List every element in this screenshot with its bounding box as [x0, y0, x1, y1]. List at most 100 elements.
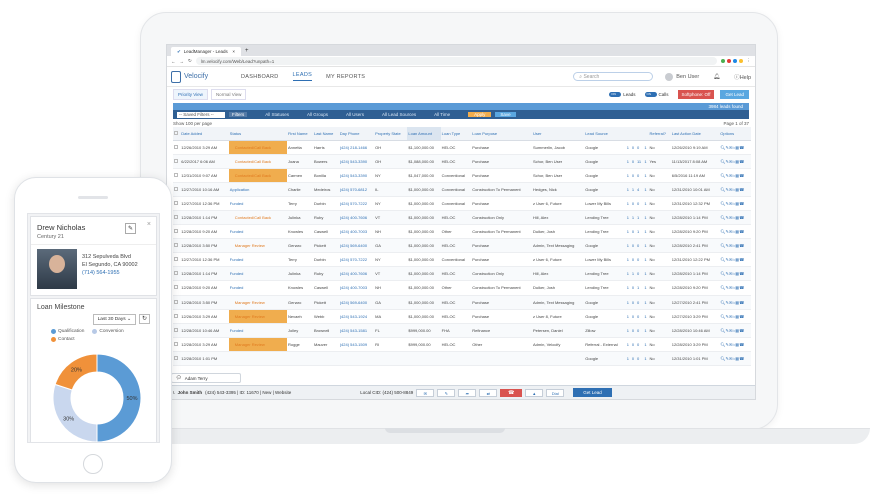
table-cell[interactable]: (424) 400-7003 — [338, 280, 375, 296]
filter-groups[interactable]: All Groups — [307, 112, 328, 117]
table-cell[interactable] — [312, 351, 339, 367]
browser-tab[interactable]: ✔ LeadManager - Leads × — [171, 47, 241, 56]
table-cell[interactable]: Durbin — [312, 196, 339, 211]
table-cell[interactable]: Bowers — [312, 154, 339, 169]
row-checkbox[interactable] — [174, 327, 178, 332]
row-checkbox[interactable] — [174, 215, 178, 220]
row-checkbox[interactable] — [174, 200, 178, 205]
column-header[interactable]: Referral? — [648, 127, 671, 141]
column-header[interactable]: Day Phone — [338, 127, 375, 141]
table-cell[interactable]: (424) 400-7606 — [338, 210, 375, 226]
table-row[interactable]: 12/28/2010 3:29 AM Manager Review Rogge Mau… — [173, 337, 751, 352]
table-cell[interactable]: Harris — [312, 140, 339, 155]
row-checkbox[interactable] — [174, 172, 178, 177]
reload-icon[interactable]: ↻ — [188, 58, 192, 64]
row-checkbox[interactable] — [174, 229, 178, 234]
column-header[interactable] — [635, 127, 644, 141]
expand-up-button[interactable]: ▲ — [525, 388, 544, 397]
row-checkbox[interactable] — [174, 186, 178, 191]
row-options-icons[interactable]: 🔍︎✎✉⌂▦☎ — [719, 154, 751, 169]
table-cell[interactable]: Webb — [312, 309, 339, 324]
row-options-icons[interactable]: 🔍︎✎✉⌂▦☎ — [719, 309, 751, 324]
table-cell[interactable]: (424) 543-3390 — [338, 168, 375, 183]
table-row[interactable]: 12/27/2010 12:36 PM Funded Terry Durbin (424… — [173, 196, 751, 211]
table-cell[interactable]: Knowles — [286, 224, 313, 240]
callbar-get-lead-button[interactable]: Get Lead — [573, 388, 612, 397]
table-cell[interactable]: (424) 569-6400 — [338, 238, 375, 254]
transfer-button[interactable]: ➦ — [458, 388, 477, 397]
phone-home-button[interactable] — [83, 454, 103, 474]
table-row[interactable]: 12/28/2010 9:20 AM Funded Knowles Caswell (4… — [173, 280, 751, 296]
edit-contact-button[interactable]: ✎ — [125, 223, 136, 234]
save-button[interactable]: Save — [495, 112, 516, 117]
row-checkbox[interactable] — [174, 355, 178, 360]
per-page-select[interactable]: Show 100 per page — [173, 121, 212, 126]
table-cell[interactable]: Brownell — [312, 323, 339, 338]
velocify-logo[interactable]: Velocify — [171, 70, 241, 83]
filter-statuses[interactable]: All Statuses — [265, 112, 289, 117]
row-options-icons[interactable]: 🔍︎✎✉⌂▦☎ — [719, 238, 751, 254]
row-checkbox[interactable] — [174, 341, 178, 346]
table-cell[interactable]: (424) 543-1924 — [338, 309, 375, 324]
table-row[interactable]: 12/27/2010 12:36 PM Funded Terry Durbin (424… — [173, 252, 751, 268]
column-header[interactable]: Loan Purpose — [471, 127, 533, 141]
table-row[interactable]: 6/22/2017 6:06 AM Contacted/Call Back Joan… — [173, 154, 751, 169]
row-checkbox[interactable] — [174, 285, 178, 290]
url-field[interactable]: lm.velocify.com/Web/Lead?unpath=1 — [195, 57, 717, 65]
bell-icon[interactable]: 🔔︎ — [713, 74, 720, 80]
table-row[interactable]: 12/28/2010 1:14 PM Contacted/Call Back Jul… — [173, 210, 751, 226]
table-cell[interactable]: (424) 570-7222 — [338, 252, 375, 268]
table-cell[interactable]: Nevaeh — [286, 309, 313, 324]
contact-phone-link[interactable]: (714) 564-1955 — [82, 269, 138, 277]
table-cell[interactable]: Knowles — [286, 280, 313, 296]
apply-button[interactable]: Apply — [468, 112, 492, 117]
table-cell[interactable]: Ruby — [312, 266, 339, 282]
table-cell[interactable] — [338, 351, 375, 367]
row-checkbox[interactable] — [174, 257, 178, 262]
leads-toggle[interactable]: ON Leads — [609, 91, 636, 97]
table-cell[interactable]: Medeiros — [312, 182, 339, 197]
hangup-button[interactable]: ☎ — [500, 388, 523, 397]
table-row[interactable]: 12/28/2010 3:50 PM Manager Review Genaro Pi… — [173, 238, 751, 254]
table-cell[interactable]: (424) 400-7003 — [338, 224, 375, 240]
table-cell[interactable]: (424) 570-7222 — [338, 196, 375, 211]
row-options-icons[interactable]: 🔍︎✎✉⌂▦☎ — [719, 337, 751, 352]
table-cell[interactable]: Julinka — [286, 210, 313, 226]
dialpad-button[interactable]: Dial — [546, 388, 565, 397]
row-options-icons[interactable]: 🔍︎✎✉⌂▦☎ — [719, 280, 751, 296]
row-options-icons[interactable]: 🔍︎✎✉⌂▦☎ — [719, 168, 751, 183]
pagination[interactable]: Page 1 of 37 — [723, 121, 749, 126]
select-all-checkbox[interactable] — [173, 127, 181, 141]
conference-button[interactable]: ⇄ — [479, 388, 498, 397]
user-menu[interactable]: Ben User — [665, 72, 699, 81]
column-header[interactable]: Loan Type — [440, 127, 472, 141]
close-icon[interactable]: × — [147, 221, 151, 228]
row-options-icons[interactable]: 🔍︎✎✉⌂▦☎ — [719, 140, 751, 155]
column-header[interactable]: Last Action Date — [670, 127, 720, 141]
row-checkbox[interactable] — [174, 313, 178, 318]
table-cell[interactable]: Genaro — [286, 238, 313, 254]
row-checkbox[interactable] — [174, 271, 178, 276]
table-cell[interactable]: Genaro — [286, 295, 313, 310]
table-cell[interactable]: Charlie — [286, 182, 313, 197]
table-cell[interactable]: (424) 570-6812 — [338, 182, 375, 197]
row-checkbox[interactable] — [174, 158, 178, 163]
table-cell[interactable]: Mauver — [312, 337, 339, 352]
column-header[interactable]: Date Added — [180, 127, 229, 141]
table-cell[interactable]: Caswell — [312, 224, 339, 240]
table-cell[interactable]: Bonilla — [312, 168, 339, 183]
table-cell[interactable]: (424) 569-6400 — [338, 295, 375, 310]
table-cell[interactable]: Pickett — [312, 295, 339, 310]
row-options-icons[interactable]: 🔍︎✎✉⌂▦☎ — [719, 266, 751, 282]
column-header[interactable]: Last Name — [312, 127, 339, 141]
table-cell[interactable]: Terry — [286, 196, 313, 211]
column-header[interactable]: Status — [228, 127, 287, 141]
chat-pill[interactable]: 💬︎ Adam Terry — [171, 373, 241, 383]
get-lead-button[interactable]: Get Lead — [720, 89, 749, 99]
menu-icon[interactable]: ⋮ — [747, 58, 752, 64]
table-row[interactable]: 12/26/2010 3:29 AM Contacted/Call Back Ann… — [173, 140, 751, 155]
refresh-icon[interactable]: ↻ — [139, 314, 150, 324]
table-cell[interactable] — [286, 351, 313, 367]
table-cell[interactable]: Annetta — [286, 140, 313, 155]
table-cell[interactable]: Durbin — [312, 252, 339, 268]
